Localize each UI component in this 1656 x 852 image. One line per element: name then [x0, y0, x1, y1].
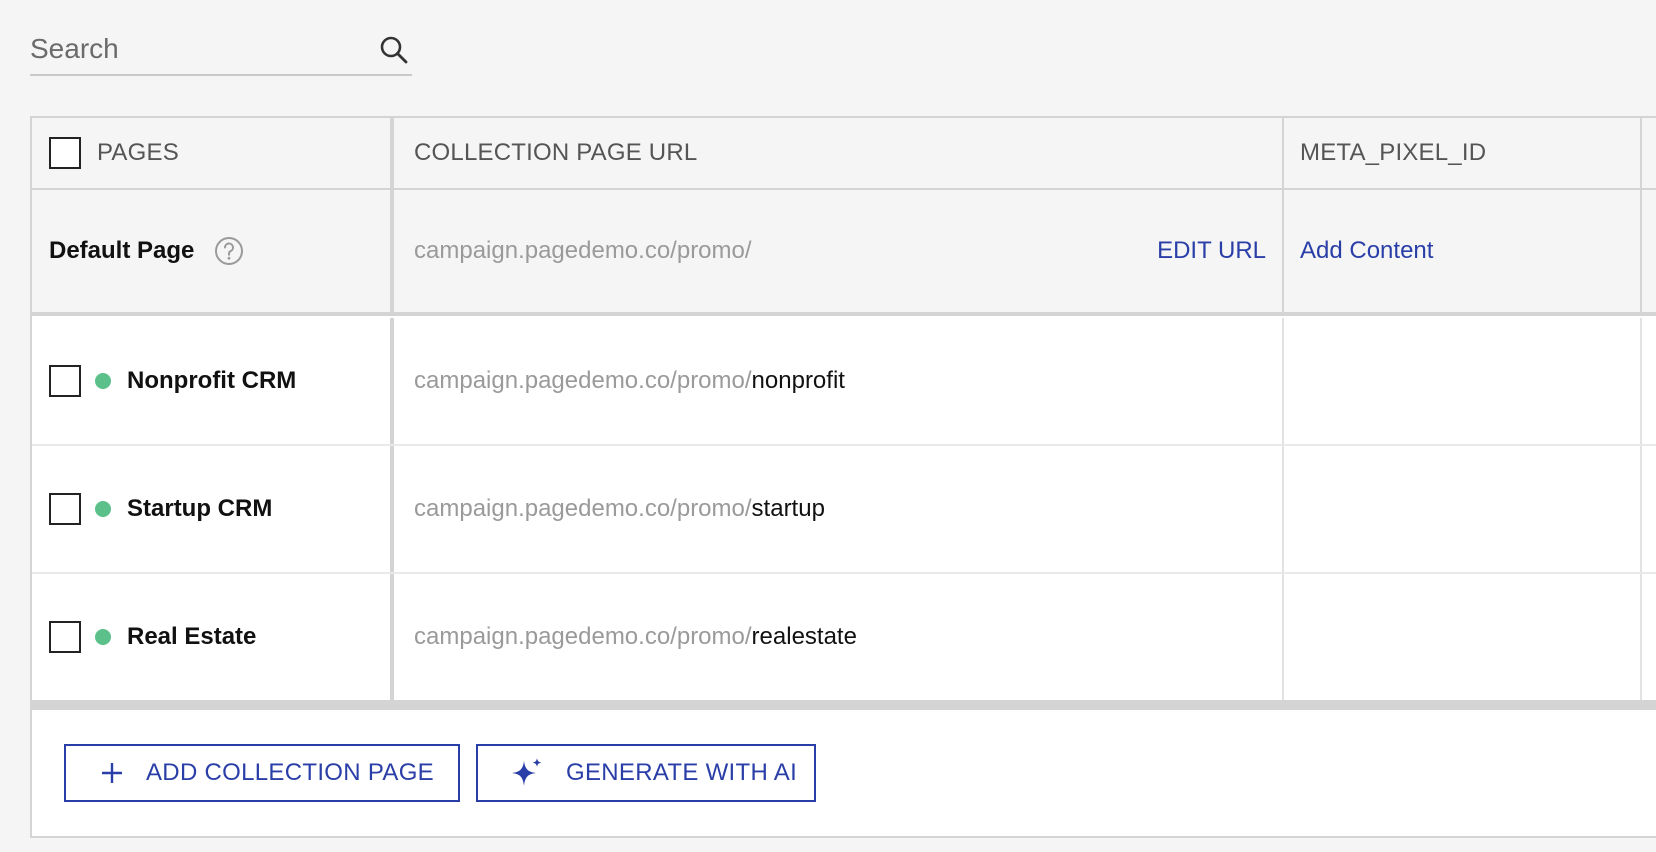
table-row[interactable]: Real Estate campaign.pagedemo.co/promo/r…	[32, 574, 1656, 710]
table-row[interactable]: Nonprofit CRM campaign.pagedemo.co/promo…	[32, 318, 1656, 446]
column-header-url: COLLECTION PAGE URL	[414, 139, 698, 166]
help-icon[interactable]	[214, 236, 244, 266]
search-bar	[30, 26, 412, 76]
row-checkbox[interactable]	[49, 493, 81, 525]
table-row[interactable]: Startup CRM campaign.pagedemo.co/promo/s…	[32, 446, 1656, 574]
url-base: campaign.pagedemo.co/promo/	[414, 367, 752, 394]
url-cell: campaign.pagedemo.co/promo/startup	[390, 446, 1282, 572]
overflow-cell	[1640, 318, 1656, 444]
page-cell: Nonprofit CRM	[32, 318, 390, 444]
sparkle-icon	[512, 758, 542, 786]
header-overflow	[1640, 118, 1656, 188]
url-base: campaign.pagedemo.co/promo/	[414, 495, 752, 522]
header-pages: PAGES	[32, 118, 390, 188]
default-url-cell: campaign.pagedemo.co/promo/ EDIT URL	[390, 190, 1282, 312]
default-url: campaign.pagedemo.co/promo/	[414, 237, 752, 264]
meta-pixel-cell[interactable]	[1282, 574, 1640, 700]
default-page-name: Default Page	[49, 237, 195, 264]
meta-pixel-cell[interactable]	[1282, 446, 1640, 572]
page-name: Real Estate	[127, 623, 257, 650]
url-slug: startup	[751, 495, 825, 522]
row-checkbox[interactable]	[49, 621, 81, 653]
column-header-pages: PAGES	[97, 139, 179, 166]
status-dot	[95, 629, 111, 645]
default-overflow-cell	[1640, 190, 1656, 312]
url-slug: realestate	[751, 623, 857, 650]
select-all-checkbox[interactable]	[49, 137, 81, 169]
page-cell: Real Estate	[32, 574, 390, 700]
generate-with-ai-label: GENERATE WITH AI	[566, 759, 798, 786]
status-dot	[95, 501, 111, 517]
url-cell: campaign.pagedemo.co/promo/realestate	[390, 574, 1282, 700]
overflow-cell	[1640, 446, 1656, 572]
url-cell: campaign.pagedemo.co/promo/nonprofit	[390, 318, 1282, 444]
url-base: campaign.pagedemo.co/promo/	[414, 623, 752, 650]
plus-icon	[102, 763, 122, 783]
meta-pixel-cell[interactable]	[1282, 318, 1640, 444]
column-header-meta-pixel: META_PIXEL_ID	[1300, 139, 1487, 166]
add-collection-page-label: ADD COLLECTION PAGE	[146, 759, 434, 786]
collection-pages-table: PAGES COLLECTION PAGE URL META_PIXEL_ID …	[30, 116, 1656, 838]
page-cell: Startup CRM	[32, 446, 390, 572]
page-name: Startup CRM	[127, 495, 273, 522]
status-dot	[95, 373, 111, 389]
header-url: COLLECTION PAGE URL	[390, 118, 1282, 188]
default-page-cell: Default Page	[32, 190, 390, 312]
search-icon[interactable]	[378, 34, 410, 66]
header-meta-pixel: META_PIXEL_ID	[1282, 118, 1640, 188]
overflow-cell	[1640, 574, 1656, 700]
default-page-row: Default Page campaign.pagedemo.co/promo/…	[32, 190, 1656, 316]
page-name: Nonprofit CRM	[127, 367, 297, 394]
add-collection-page-button[interactable]: ADD COLLECTION PAGE	[64, 744, 460, 802]
search-input[interactable]	[30, 26, 370, 72]
row-checkbox[interactable]	[49, 365, 81, 397]
generate-with-ai-button[interactable]: GENERATE WITH AI	[476, 744, 816, 802]
url-slug: nonprofit	[751, 367, 845, 394]
add-content-link[interactable]: Add Content	[1300, 237, 1433, 265]
table-header: PAGES COLLECTION PAGE URL META_PIXEL_ID	[32, 118, 1656, 190]
edit-url-link[interactable]: EDIT URL	[1157, 237, 1266, 265]
default-meta-cell: Add Content	[1282, 190, 1640, 312]
